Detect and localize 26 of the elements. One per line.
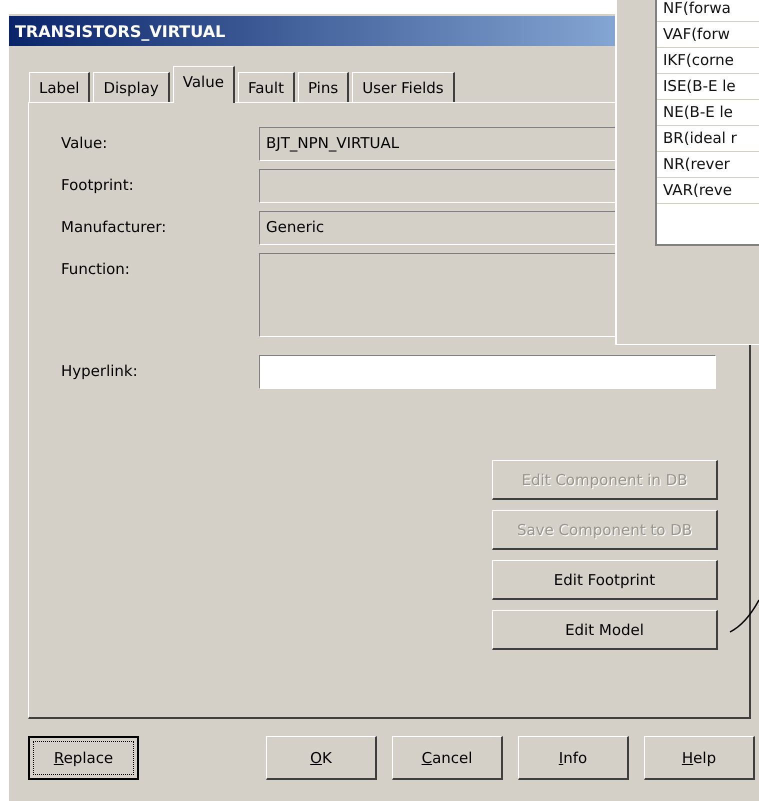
dialog-button[interactable]: Help: [644, 736, 755, 780]
action-button[interactable]: Edit Footprint: [492, 560, 718, 600]
tab[interactable]: Label: [29, 72, 90, 102]
input-field[interactable]: [259, 355, 716, 389]
table-cell: NF(forwa: [657, 0, 759, 22]
field-label: Footprint:: [61, 175, 135, 194]
tab[interactable]: Pins: [298, 72, 350, 102]
table-cell: VAR(reve: [657, 178, 759, 204]
tab[interactable]: User Fields: [352, 72, 455, 102]
action-button[interactable]: Edit Model: [492, 610, 718, 650]
table-cell: ISE(B-E le: [657, 74, 759, 100]
dialog-button[interactable]: OK: [266, 736, 377, 780]
table-cell: NE(B-E le: [657, 100, 759, 126]
field-label: Function:: [61, 259, 131, 278]
tab[interactable]: Display: [93, 72, 170, 102]
dialog-button[interactable]: Cancel: [392, 736, 503, 780]
dialog-button[interactable]: Replace: [28, 736, 139, 780]
field-label: Hyperlink:: [61, 361, 139, 380]
table-cell: IKF(corne: [657, 48, 759, 74]
dialog-button[interactable]: Info: [518, 736, 629, 780]
tab[interactable]: Fault: [238, 72, 295, 102]
leader-line: [728, 598, 759, 634]
field-label: Manufacturer:: [61, 217, 168, 236]
tab[interactable]: Value: [172, 66, 235, 103]
table-cell: VAF(forw: [657, 22, 759, 48]
field-label: Value:: [61, 133, 108, 152]
